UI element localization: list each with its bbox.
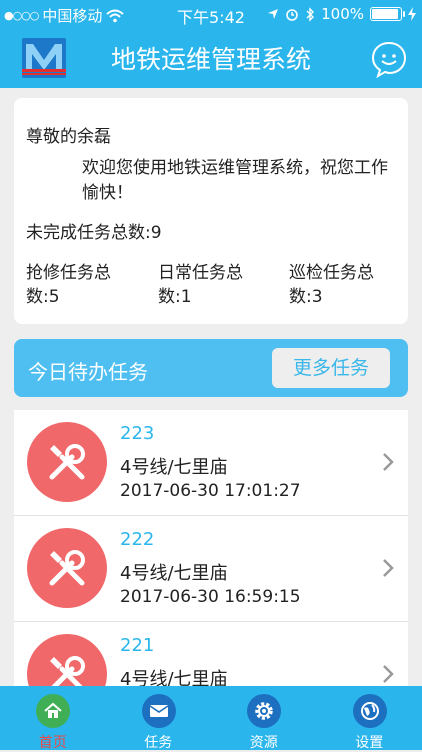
todo-title: 今日待办任务	[28, 356, 148, 385]
repair-tools-icon	[27, 634, 107, 686]
task-id: 222	[120, 529, 154, 550]
repair-task-count: 抢修任务总数:5	[26, 261, 136, 309]
inspection-task-count: 巡检任务总数:3	[289, 261, 399, 309]
task-list: 223 4号线/七里庙 2017-06-30 17:01:27 222 4号线/…	[14, 410, 408, 686]
tab-tasks[interactable]: 任务	[106, 686, 212, 750]
chevron-right-icon	[382, 452, 394, 472]
bluetooth-icon	[305, 7, 315, 22]
globe-icon	[353, 694, 387, 728]
tab-label: 任务	[106, 732, 212, 752]
tab-bar: 首页 任务 资源 设置	[0, 686, 422, 750]
task-item[interactable]: 223 4号线/七里庙 2017-06-30 17:01:27	[14, 410, 408, 516]
app-header: ●○○○ 中国移动 下午5:42 100%	[0, 0, 422, 88]
alarm-icon	[285, 7, 299, 21]
task-time: 2017-06-30 16:59:15	[120, 587, 301, 607]
chevron-right-icon	[382, 664, 394, 684]
home-icon	[36, 694, 70, 728]
tab-home[interactable]: 首页	[0, 686, 106, 750]
tab-settings[interactable]: 设置	[317, 686, 422, 750]
task-location: 4号线/七里庙	[120, 559, 228, 585]
todo-header: 今日待办任务 更多任务	[14, 339, 408, 397]
tab-label: 首页	[0, 732, 106, 752]
tab-resources[interactable]: 资源	[211, 686, 317, 750]
repair-tools-icon	[27, 528, 107, 608]
tab-label: 资源	[211, 732, 317, 752]
task-location: 4号线/七里庙	[120, 665, 228, 686]
repair-tools-icon	[27, 422, 107, 502]
navbar: 地铁运维管理系统	[0, 28, 422, 88]
welcome-message: 欢迎您使用地铁运维管理系统，祝您工作愉快！	[82, 156, 398, 206]
page-title: 地铁运维管理系统	[0, 40, 422, 76]
more-tasks-button[interactable]: 更多任务	[272, 348, 390, 388]
welcome-card: 尊敬的余磊 欢迎您使用地铁运维管理系统，祝您工作愉快！ 未完成任务总数:9 抢修…	[14, 98, 408, 324]
mail-icon	[142, 694, 176, 728]
tab-label: 设置	[317, 732, 422, 752]
unfinished-total: 未完成任务总数:9	[26, 218, 162, 243]
daily-task-count: 日常任务总数:1	[158, 261, 268, 309]
greeting-text: 尊敬的余磊	[26, 122, 111, 147]
battery-percent: 100%	[321, 5, 364, 23]
status-bar: ●○○○ 中国移动 下午5:42 100%	[0, 0, 422, 28]
chat-bubble-icon[interactable]	[370, 40, 408, 78]
task-location: 4号线/七里庙	[120, 453, 228, 479]
task-item[interactable]: 222 4号线/七里庙 2017-06-30 16:59:15	[14, 516, 408, 622]
location-arrow-icon	[267, 8, 279, 20]
battery-icon	[370, 7, 402, 21]
charging-icon	[408, 7, 416, 21]
task-id: 223	[120, 423, 154, 444]
gear-icon	[247, 694, 281, 728]
chevron-right-icon	[382, 558, 394, 578]
task-time: 2017-06-30 17:01:27	[120, 481, 301, 501]
task-id: 221	[120, 635, 154, 656]
task-item[interactable]: 221 4号线/七里庙	[14, 622, 408, 686]
